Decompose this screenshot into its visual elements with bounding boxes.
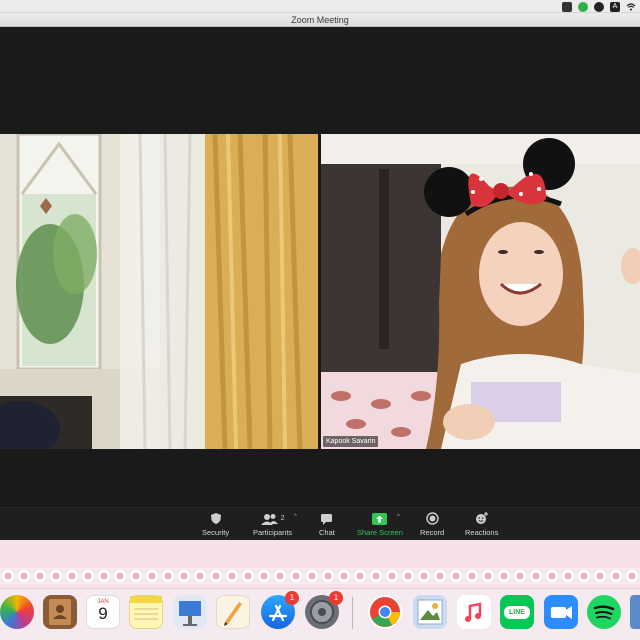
contacts-app-icon[interactable] [43, 595, 77, 629]
music-app-icon[interactable] [457, 595, 491, 629]
calendar-day: 9 [98, 604, 108, 623]
spotify-app-icon[interactable] [587, 595, 621, 629]
wifi-icon[interactable] [626, 2, 636, 12]
line-app-label: LINE [504, 606, 530, 619]
finder-partial-icon[interactable] [630, 595, 640, 629]
chat-button[interactable]: Chat [319, 511, 335, 537]
share-screen-button[interactable]: Share Screen [357, 511, 403, 537]
participants-icon [260, 513, 278, 525]
macos-dock: JAN 9 1 1 LINE [0, 588, 640, 640]
pages-app-icon[interactable] [216, 595, 250, 629]
record-icon [425, 511, 439, 526]
participants-label: Participants [253, 528, 293, 537]
desktop-wallpaper: JAN 9 1 1 LINE [0, 540, 640, 640]
dock-separator [352, 597, 353, 629]
meeting-controls-toolbar: Security 2 Participants ^ Chat Share Scr… [0, 507, 640, 540]
participants-button[interactable]: 2 Participants [253, 511, 292, 537]
video-tile-participant-2[interactable]: Kapook Savarin [321, 134, 640, 449]
smiley-plus-icon [475, 511, 489, 526]
record-label: Record [420, 528, 445, 537]
chat-label: Chat [319, 528, 335, 537]
share-screen-label: Share Screen [357, 528, 403, 537]
security-label: Security [202, 528, 230, 537]
macos-menu-bar: A [0, 0, 640, 13]
notes-app-icon[interactable] [129, 595, 163, 629]
menu-bar-tray: A [562, 1, 636, 12]
reactions-label: Reactions [465, 528, 499, 537]
line-tray-icon[interactable] [578, 1, 588, 12]
calendar-app-icon[interactable]: JAN 9 [86, 595, 120, 629]
wallpaper-lace-trim [0, 568, 640, 584]
line-app-icon[interactable]: LINE [500, 595, 534, 629]
zoom-meeting-window: Zoom Meeting Kapook Savarin Security 2 P… [0, 13, 640, 540]
participant-1-video-frame [0, 134, 318, 449]
participant-count: 2 [280, 515, 285, 522]
app-store-badge: 1 [285, 591, 299, 605]
chat-bubble-icon [320, 511, 333, 526]
system-preferences-icon[interactable]: 1 [305, 591, 343, 629]
shield-icon [210, 511, 222, 526]
photos-app-icon[interactable] [0, 595, 34, 629]
spotify-tray-icon[interactable] [594, 1, 604, 12]
share-screen-icon [372, 511, 388, 526]
preview-app-icon[interactable] [413, 595, 447, 629]
screen-record-icon[interactable] [562, 1, 572, 12]
video-stage: Kapook Savarin [0, 27, 640, 507]
participants-chevron-up-icon[interactable]: ^ [294, 514, 297, 520]
zoom-app-icon[interactable] [544, 595, 578, 629]
security-button[interactable]: Security [202, 511, 229, 537]
participant-2-name-tag: Kapook Savarin [323, 436, 379, 447]
app-store-icon[interactable]: 1 [261, 591, 299, 629]
keynote-app-icon[interactable] [173, 595, 207, 629]
input-source-icon[interactable]: A [610, 1, 620, 12]
system-preferences-badge: 1 [329, 591, 343, 605]
record-button[interactable]: Record [420, 511, 444, 537]
chrome-app-icon[interactable] [368, 595, 402, 629]
participant-2-video-frame [321, 134, 640, 449]
video-tile-participant-1[interactable] [0, 134, 318, 449]
share-chevron-up-icon[interactable]: ^ [397, 514, 400, 520]
window-title: Zoom Meeting [0, 13, 640, 27]
reactions-button[interactable]: Reactions [465, 511, 498, 537]
